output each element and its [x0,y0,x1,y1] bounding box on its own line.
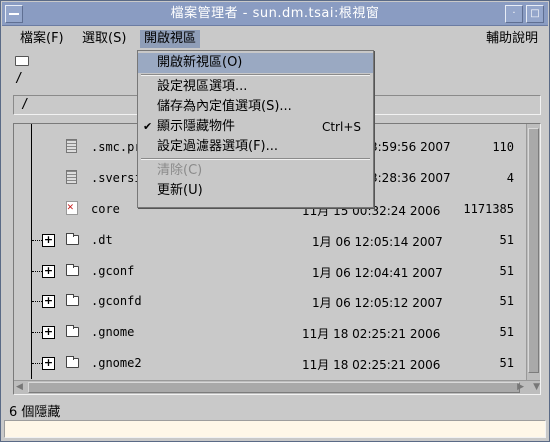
folder-size: 51 [499,233,514,247]
menu-file[interactable]: 檔案(F) [16,30,68,48]
file-size: 1171385 [463,202,514,216]
status-text: 6 個隱藏 [9,405,61,420]
tree-connector [32,240,42,241]
core-dump-icon [66,200,78,215]
minimize-button[interactable]: · [505,5,523,23]
file-size: 110 [492,140,514,154]
file-icon [66,170,77,184]
menu-show-hidden-objects[interactable]: ✔ 顯示隱藏物件 Ctrl+S [138,117,373,137]
folder-size: 51 [499,294,514,308]
maximize-icon: □ [530,8,540,19]
root-path-label: / [15,71,23,86]
folder-name: .gnome2 [91,356,142,370]
folder-icon [66,233,79,245]
menu-set-view-options[interactable]: 設定視區選項... [138,77,373,97]
folder-date: 1月 06 12:04:41 2007 [312,266,443,280]
file-name: core [91,202,120,216]
menu-clear-label: 清除(C) [157,163,203,178]
file-manager-window: 檔案管理者 - sun.dm.tsai:根視窗 · □ 檔案(F) 選取(S) … [0,0,550,442]
tree-connector [32,271,42,272]
file-date: 3:59:56 2007 [370,140,451,154]
menu-set-view-options-label: 設定視區選項... [157,79,248,94]
file-name: .smc.pr [91,140,142,154]
file-icon [66,139,77,153]
tree-connector [32,363,42,364]
root-folder-icon[interactable] [15,56,29,66]
expand-toggle[interactable]: + [42,326,55,339]
menu-save-default-options[interactable]: 儲存為內定值選項(S)... [138,97,373,117]
menu-refresh[interactable]: 更新(U) [138,181,373,201]
vertical-scroll-thumb[interactable] [528,128,539,373]
title-bar[interactable]: 檔案管理者 - sun.dm.tsai:根視窗 · □ [2,2,548,26]
path-field-value: / [21,97,29,112]
file-date: 3:28:36 2007 [370,171,451,185]
view-menu-dropdown: 開啟新視區(O) 設定視區選項... 儲存為內定值選項(S)... ✔ 顯示隱藏… [137,50,374,208]
scroll-left-icon[interactable]: ◀ [16,382,23,392]
folder-row[interactable]: + .gconfd 1月 06 12:05:12 2007 51 [14,288,514,314]
maximize-button[interactable]: □ [526,5,544,23]
folder-size: 51 [499,356,514,370]
menu-separator [141,74,370,76]
folder-icon [66,294,79,306]
folder-size: 51 [499,325,514,339]
scroll-right-icon[interactable]: ▶ [517,382,524,392]
horizontal-scrollbar[interactable]: ◀ ▶ ▼ [14,380,540,394]
folder-row[interactable]: + .gnome 11月 18 02:25:21 2006 51 [14,319,514,345]
expand-toggle[interactable]: + [42,295,55,308]
horizontal-scroll-thumb[interactable] [28,382,520,393]
folder-date: 11月 18 02:25:21 2006 [302,327,441,341]
folder-date: 11月 18 02:25:21 2006 [302,358,441,372]
folder-row[interactable]: + .dt 1月 06 12:05:14 2007 51 [14,227,514,253]
minimize-icon: · [512,8,516,19]
menu-refresh-label: 更新(U) [157,183,203,198]
tree-connector [32,301,42,302]
expand-toggle[interactable]: + [42,265,55,278]
scroll-down-icon[interactable]: ▼ [533,382,540,392]
expand-toggle[interactable]: + [42,234,55,247]
menu-open-new-view[interactable]: 開啟新視區(O) [138,53,373,73]
tree-connector [32,332,42,333]
folder-date: 1月 06 12:05:12 2007 [312,296,443,310]
menu-bar: 檔案(F) 選取(S) 開啟視區 輔助說明 [2,27,548,51]
expand-toggle[interactable]: + [42,357,55,370]
file-name: .sversi [91,171,142,185]
folder-date: 1月 06 12:05:14 2007 [312,235,443,249]
folder-row[interactable]: + .gconf 1月 06 12:04:41 2007 51 [14,258,514,284]
folder-name: .dt [91,233,113,247]
menu-show-hidden-shortcut: Ctrl+S [321,120,361,134]
folder-name: .gconfd [91,294,142,308]
file-size: 4 [506,171,514,185]
checkmark-icon: ✔ [143,120,153,133]
menu-open-new-view-label: 開啟新視區(O) [157,55,243,70]
folder-size: 51 [499,264,514,278]
folder-icon [66,325,79,337]
menu-clear: 清除(C) [138,161,373,181]
status-field [4,420,546,438]
folder-row[interactable]: + .gnome2 11月 18 02:25:21 2006 51 [14,350,514,376]
menu-separator [141,158,370,160]
menu-set-filter-options[interactable]: 設定過濾器選項(F)... [138,137,373,157]
menu-show-hidden-objects-label: 顯示隱藏物件 [157,119,236,134]
folder-name: .gconf [91,264,135,278]
menu-help[interactable]: 輔助說明 [482,30,542,48]
folder-name: .gnome [91,325,135,339]
window-title: 檔案管理者 - sun.dm.tsai:根視窗 [170,6,380,21]
menu-view[interactable]: 開啟視區 [140,30,201,48]
menu-set-filter-options-label: 設定過濾器選項(F)... [157,139,279,154]
menu-select[interactable]: 選取(S) [78,30,130,48]
vertical-scrollbar[interactable] [526,124,540,380]
menu-save-default-options-label: 儲存為內定值選項(S)... [157,99,292,114]
folder-icon [66,264,79,276]
folder-icon [66,356,79,368]
